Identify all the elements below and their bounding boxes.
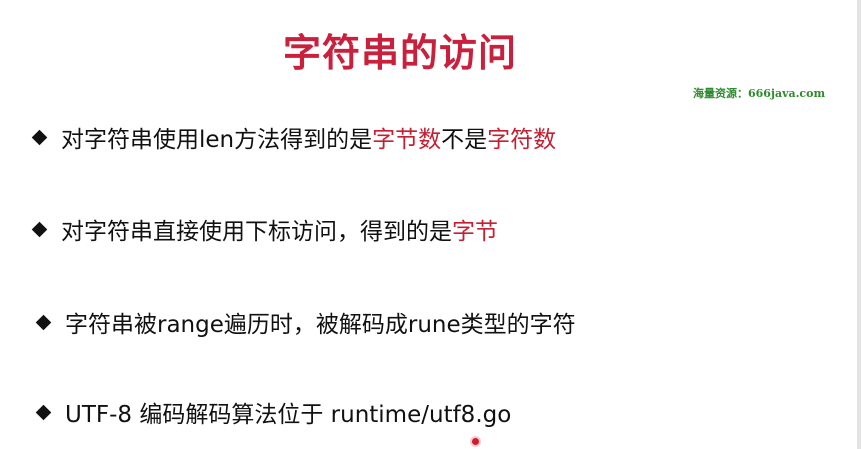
bullet-1-text-a: 对字符串使用len方法得到的是: [61, 127, 373, 153]
slide: 字符串的访问 海量资源：666java.com 对字符串使用len方法得到的是字…: [0, 0, 861, 449]
bullet-3-text: 字符串被range遍历时，被解码成rune类型的字符: [65, 312, 576, 338]
bullet-1-emphasis-chars: 字符数: [487, 127, 557, 153]
diamond-bullet-icon: [35, 404, 52, 420]
bullet-item-1: 对字符串使用len方法得到的是 字节数 不是 字符数: [31, 120, 557, 154]
bullet-item-4: UTF-8 编码解码算法位于 runtime/utf8.go: [35, 395, 512, 429]
bullet-4-text: UTF-8 编码解码算法位于 runtime/utf8.go: [65, 402, 512, 428]
bullet-1-text-b: 不是: [441, 127, 488, 153]
bullet-2-emphasis-byte: 字节: [452, 219, 498, 245]
bullet-item-3: 字符串被range遍历时，被解码成rune类型的字符: [35, 305, 576, 339]
diamond-bullet-icon: [31, 221, 48, 237]
diamond-bullet-icon: [31, 129, 48, 145]
slide-title: 字符串的访问: [282, 31, 517, 75]
diamond-bullet-icon: [35, 314, 52, 330]
watermark-text: 海量资源：666java.com: [693, 87, 826, 100]
bullet-item-2: 对字符串直接使用下标访问，得到的是 字节: [31, 212, 498, 246]
bullet-2-text-a: 对字符串直接使用下标访问，得到的是: [61, 219, 452, 245]
pointer-dot-icon: [472, 438, 479, 445]
bullet-1-emphasis-bytes: 字节数: [372, 127, 442, 153]
